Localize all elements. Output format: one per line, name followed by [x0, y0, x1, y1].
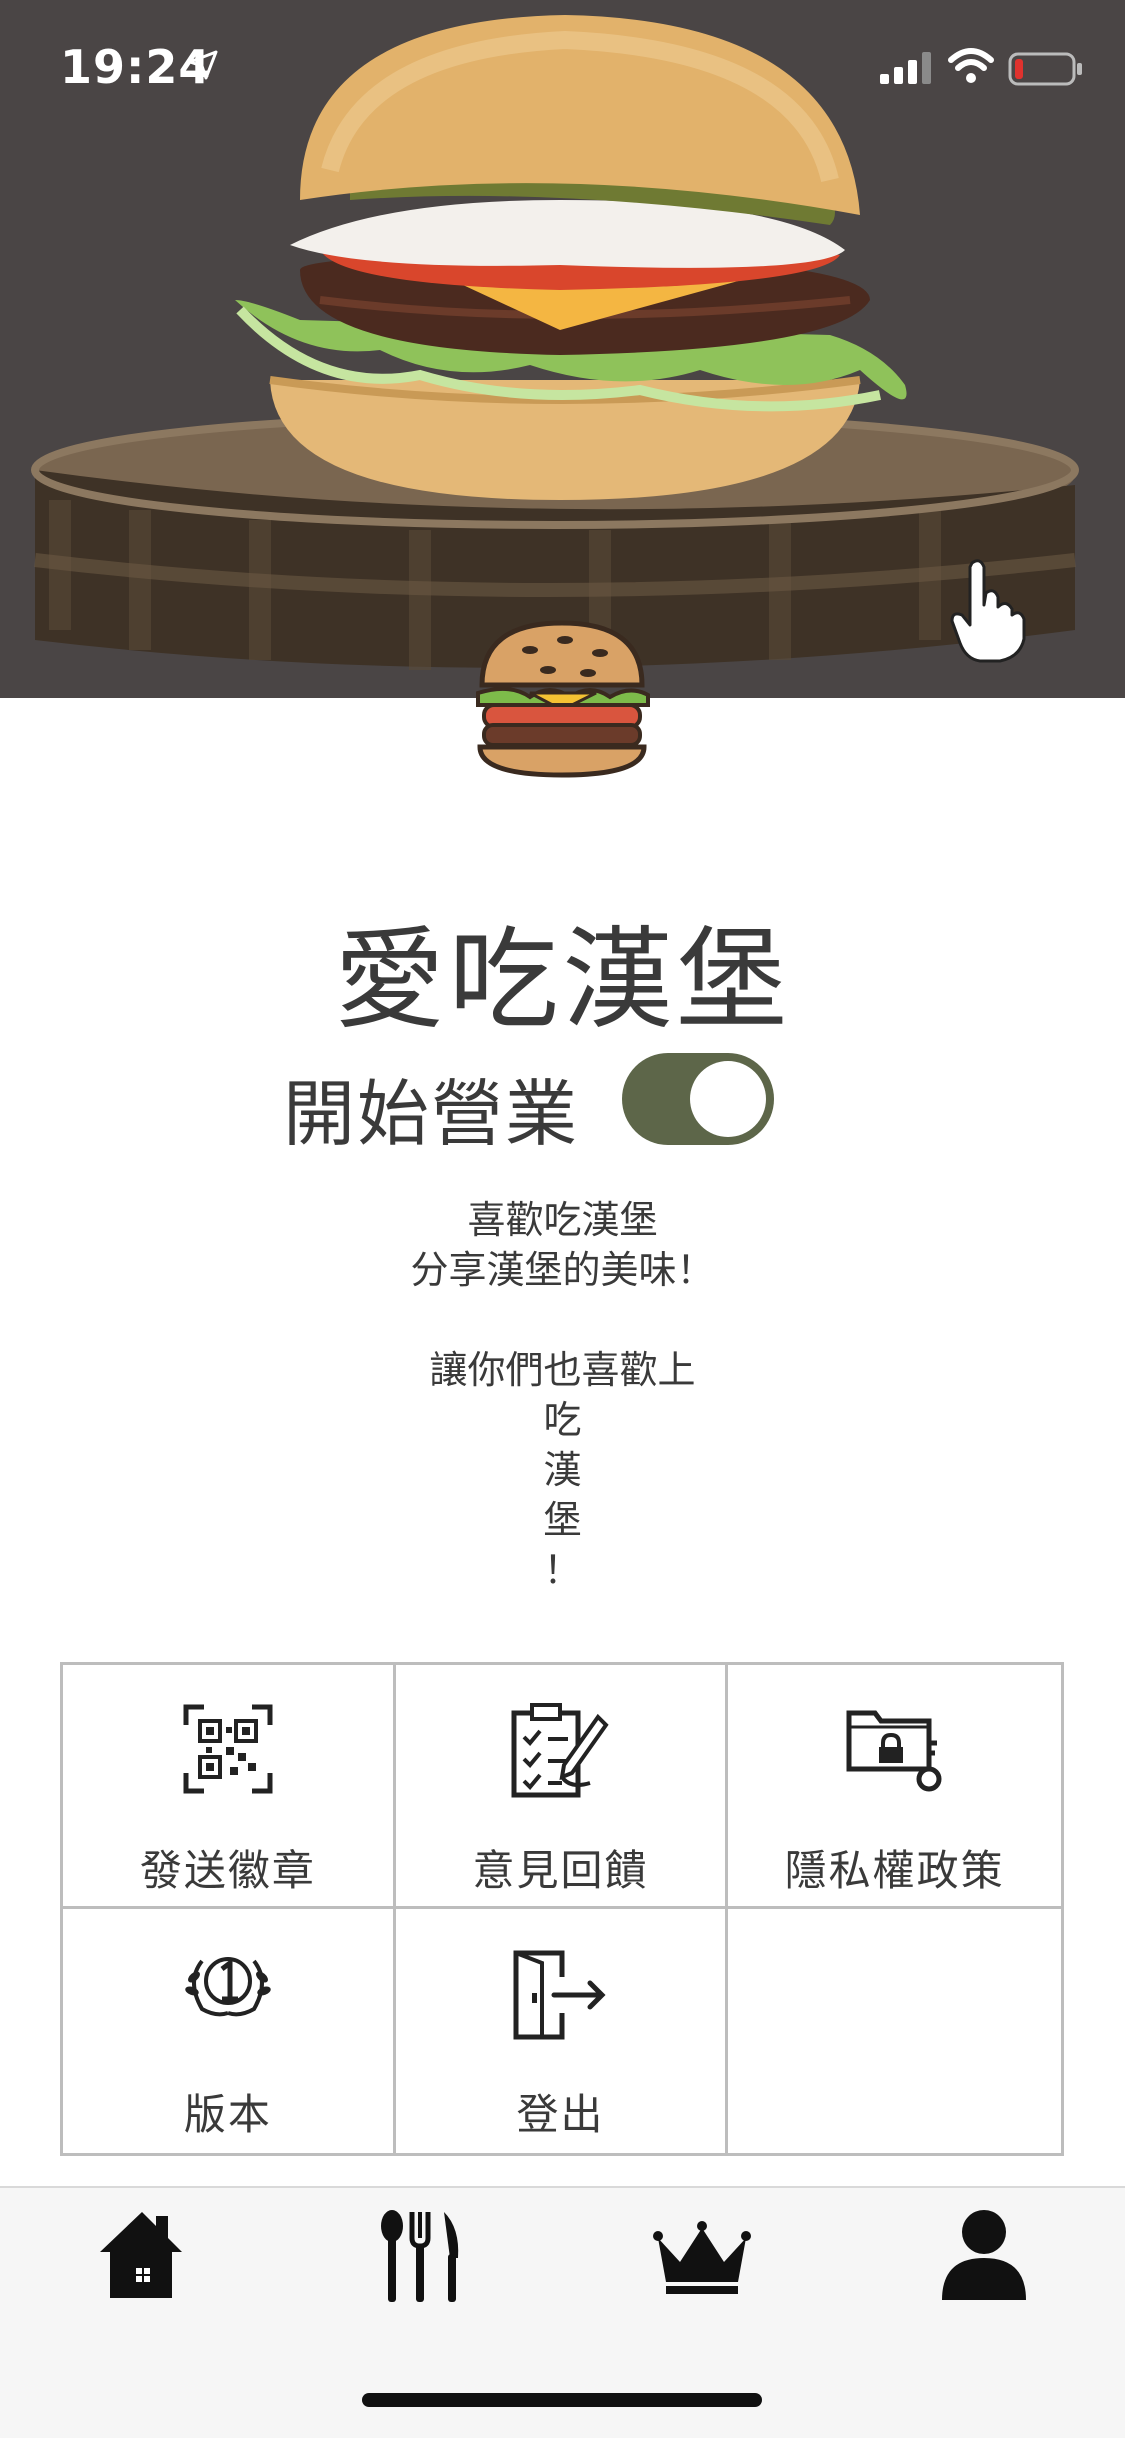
description-line: 漢	[543, 1448, 582, 1492]
tab-home[interactable]	[96, 2208, 186, 2304]
tab-ranking[interactable]	[652, 2208, 752, 2304]
tab-profile[interactable]	[938, 2208, 1030, 2308]
toggle-knob	[690, 1061, 766, 1137]
hero-image: 19:24	[0, 0, 1125, 698]
menu-grid: 發送徽章 意見回饋 隱私權政策 版本 登出	[60, 1662, 1064, 2156]
description-line	[0, 1295, 1125, 1345]
version-button[interactable]: 版本	[63, 1909, 396, 2153]
burger-logo-icon	[470, 615, 655, 784]
description-line: 喜歡吃漢堡	[467, 1198, 658, 1242]
open-toggle[interactable]	[622, 1053, 774, 1145]
hand-pointer-icon[interactable]	[950, 555, 1030, 669]
version-laurel-icon	[180, 1947, 276, 2023]
open-status-row: 開始營業	[0, 1045, 1125, 1156]
store-description: 喜歡吃漢堡 分享漢堡的美味！ 讓你們也喜歡上 吃 漢 堡 ！	[0, 1195, 1125, 1595]
crown-icon	[652, 2221, 752, 2304]
send-badge-button[interactable]: 發送徽章	[63, 1665, 396, 1909]
utensils-icon	[378, 2210, 470, 2308]
user-icon	[938, 2210, 1030, 2308]
location-arrow-icon	[188, 50, 218, 84]
store-title: 愛吃漢堡	[334, 916, 791, 1044]
feedback-button[interactable]: 意見回饋	[395, 1665, 729, 1909]
description-line: 堡	[543, 1498, 582, 1542]
privacy-folder-key-icon	[845, 1703, 945, 1797]
signal-icon	[880, 52, 934, 88]
logout-door-icon	[512, 1947, 608, 2047]
status-bar: 19:24	[0, 0, 1125, 140]
home-icon	[96, 2212, 186, 2304]
tab-restaurant[interactable]	[378, 2208, 470, 2308]
open-label: 開始營業	[283, 1072, 580, 1156]
logout-button[interactable]: 登出	[396, 1909, 729, 2153]
description-line: 讓你們也喜歡上	[429, 1348, 696, 1392]
feedback-label: 意見回饋	[472, 1846, 649, 1895]
description-line: 吃	[543, 1398, 582, 1442]
home-indicator	[362, 2393, 762, 2407]
description-line: ！	[543, 1548, 582, 1592]
privacy-policy-button[interactable]: 隱私權政策	[728, 1665, 1061, 1909]
version-label: 版本	[183, 2090, 272, 2139]
send-badge-label: 發送徽章	[139, 1846, 316, 1895]
logout-label: 登出	[516, 2090, 605, 2139]
battery-low-icon	[1008, 52, 1084, 90]
empty-cell	[728, 1909, 1061, 2153]
feedback-form-icon	[510, 1703, 610, 1803]
qr-code-icon	[182, 1703, 274, 1799]
description-line: 分享漢堡的美味！	[410, 1248, 715, 1292]
privacy-policy-label: 隱私權政策	[784, 1846, 1005, 1895]
wifi-icon	[948, 48, 994, 88]
